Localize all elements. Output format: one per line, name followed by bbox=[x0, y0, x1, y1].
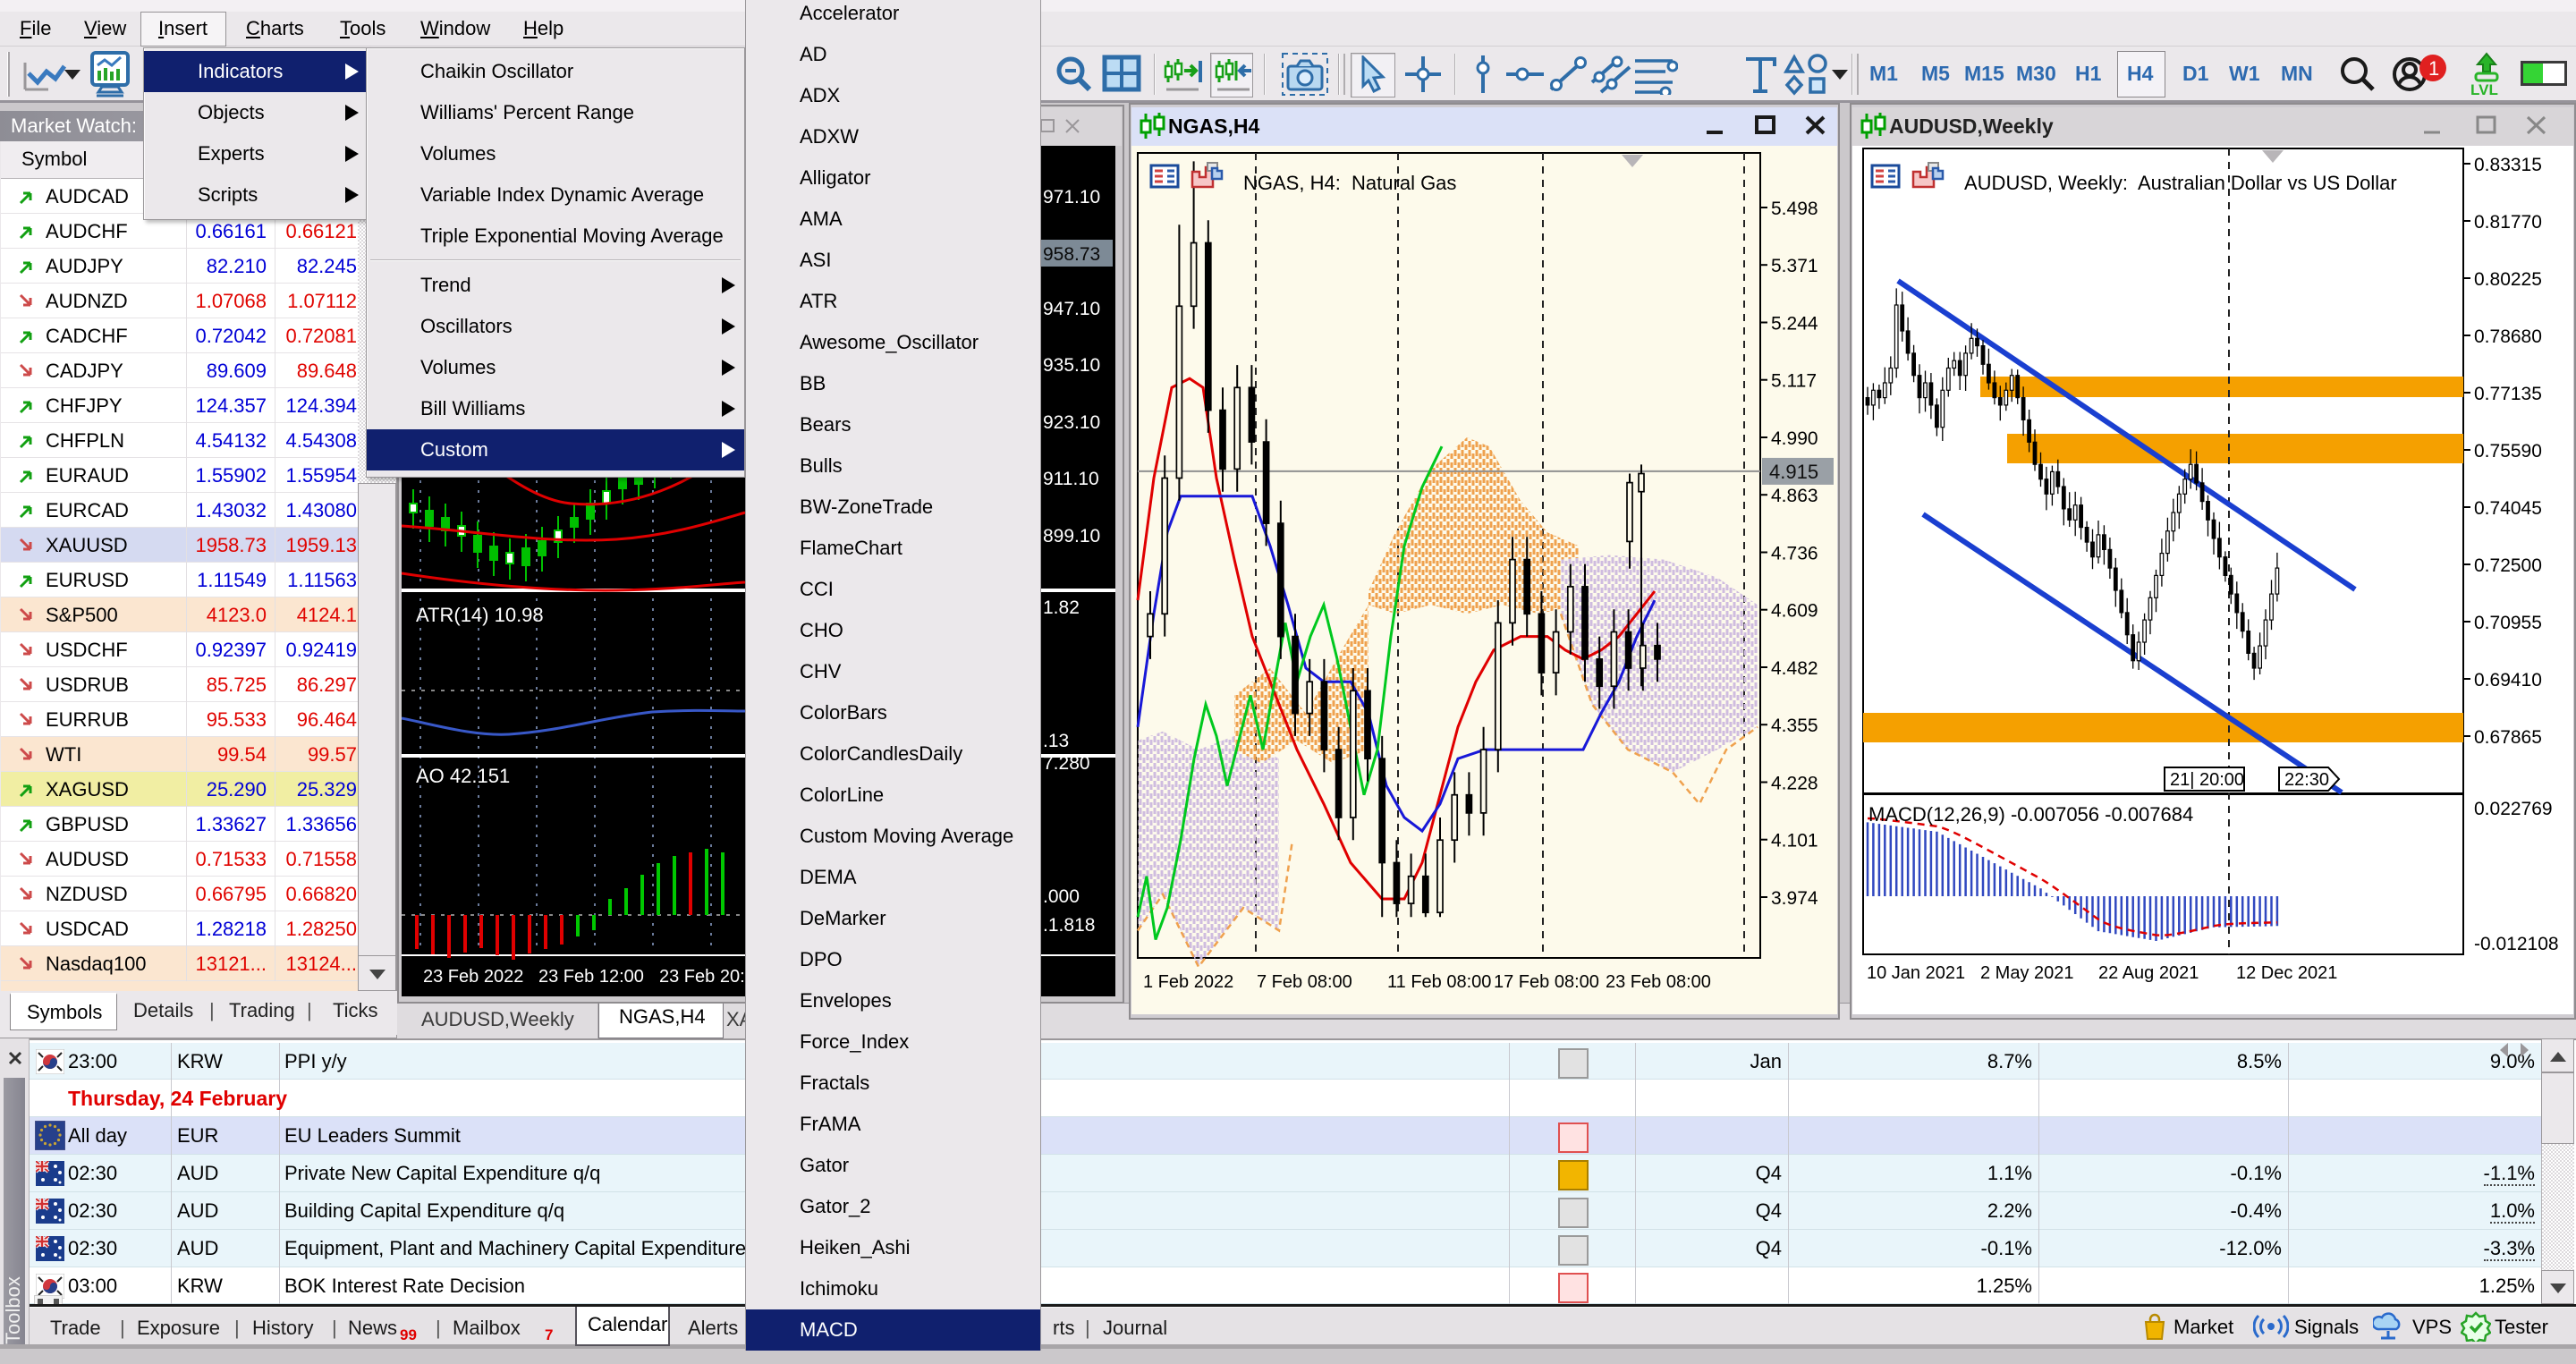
svg-text:AUDUSD, Weekly: Australian Do: AUDUSD, Weekly: Australian Dollar vs US … bbox=[1964, 172, 2397, 194]
svg-text:947.10: 947.10 bbox=[1043, 299, 1100, 319]
svg-text:-0.012108: -0.012108 bbox=[2474, 934, 2559, 954]
svg-text:5.371: 5.371 bbox=[1771, 256, 1818, 276]
svg-text:MACD(12,26,9) -0.007056 -0.007: MACD(12,26,9) -0.007056 -0.007684 bbox=[1868, 803, 2193, 826]
svg-text:923.10: 923.10 bbox=[1043, 412, 1100, 433]
svg-text:1: 1 bbox=[2428, 57, 2439, 80]
svg-text:1 Feb 2022: 1 Feb 2022 bbox=[1143, 972, 1233, 992]
svg-text:17 Feb 08:00: 17 Feb 08:00 bbox=[1494, 972, 1599, 992]
svg-text:5.498: 5.498 bbox=[1771, 199, 1818, 219]
svg-text:5.117: 5.117 bbox=[1771, 371, 1817, 392]
svg-text:0.80225: 0.80225 bbox=[2474, 269, 2542, 290]
svg-text:4.355: 4.355 bbox=[1771, 716, 1818, 736]
svg-text:23 Feb 2022: 23 Feb 2022 bbox=[423, 967, 523, 987]
svg-text:935.10: 935.10 bbox=[1043, 355, 1100, 376]
svg-text:AO 42.151: AO 42.151 bbox=[416, 765, 510, 787]
svg-text:4.990: 4.990 bbox=[1771, 428, 1818, 449]
svg-text:5.244: 5.244 bbox=[1771, 314, 1818, 335]
svg-text:.13: .13 bbox=[1043, 731, 1069, 751]
svg-text:4.101: 4.101 bbox=[1771, 831, 1818, 851]
svg-text:958.73: 958.73 bbox=[1043, 244, 1100, 265]
svg-text:ATR(14) 10.98: ATR(14) 10.98 bbox=[416, 604, 544, 626]
svg-text:23 Feb 08:00: 23 Feb 08:00 bbox=[1606, 972, 1711, 992]
svg-text:22:30: 22:30 bbox=[2284, 770, 2329, 790]
svg-text:4.736: 4.736 bbox=[1771, 544, 1818, 564]
svg-text:22 Aug 2021: 22 Aug 2021 bbox=[2098, 963, 2199, 983]
svg-text:2 May 2021: 2 May 2021 bbox=[1980, 963, 2074, 983]
svg-text:0.83315: 0.83315 bbox=[2474, 155, 2542, 175]
svg-text:0.78680: 0.78680 bbox=[2474, 326, 2542, 347]
svg-text:11 Feb 08:00: 11 Feb 08:00 bbox=[1387, 972, 1491, 992]
svg-text:971.10: 971.10 bbox=[1043, 187, 1100, 208]
svg-text:911.10: 911.10 bbox=[1043, 469, 1099, 489]
svg-text:4.482: 4.482 bbox=[1771, 658, 1818, 679]
svg-text:1.82: 1.82 bbox=[1043, 597, 1080, 618]
svg-text:0.74045: 0.74045 bbox=[2474, 498, 2542, 519]
svg-text:0.67865: 0.67865 bbox=[2474, 727, 2542, 748]
svg-text:4.915: 4.915 bbox=[1769, 461, 1818, 483]
svg-text:0.69410: 0.69410 bbox=[2474, 670, 2542, 690]
svg-text:0.77135: 0.77135 bbox=[2474, 384, 2542, 404]
svg-text:21| 20:00: 21| 20:00 bbox=[2170, 770, 2244, 790]
svg-text:0.75590: 0.75590 bbox=[2474, 441, 2542, 462]
svg-text:0.70955: 0.70955 bbox=[2474, 613, 2542, 633]
svg-text:899.10: 899.10 bbox=[1043, 526, 1100, 546]
svg-text:.1.818: .1.818 bbox=[1043, 915, 1095, 936]
svg-text:3.974: 3.974 bbox=[1771, 888, 1818, 909]
svg-text:7.280: 7.280 bbox=[1043, 753, 1090, 774]
svg-text:10 Jan 2021: 10 Jan 2021 bbox=[1867, 963, 1965, 983]
svg-text:.000: .000 bbox=[1043, 886, 1080, 907]
svg-text:0.022769: 0.022769 bbox=[2474, 799, 2553, 819]
svg-text:4.609: 4.609 bbox=[1771, 601, 1818, 622]
svg-text:0.72500: 0.72500 bbox=[2474, 555, 2542, 576]
svg-text:NGAS, H4: Natural Gas: NGAS, H4: Natural Gas bbox=[1243, 172, 1456, 194]
svg-text:4.863: 4.863 bbox=[1771, 486, 1818, 506]
svg-text:LVL: LVL bbox=[2470, 81, 2498, 97]
svg-text:7 Feb 08:00: 7 Feb 08:00 bbox=[1257, 972, 1352, 992]
svg-text:23 Feb 12:00: 23 Feb 12:00 bbox=[538, 967, 644, 987]
svg-text:4.228: 4.228 bbox=[1771, 774, 1818, 794]
svg-text:0.81770: 0.81770 bbox=[2474, 212, 2542, 233]
svg-text:12 Dec 2021: 12 Dec 2021 bbox=[2236, 963, 2337, 983]
